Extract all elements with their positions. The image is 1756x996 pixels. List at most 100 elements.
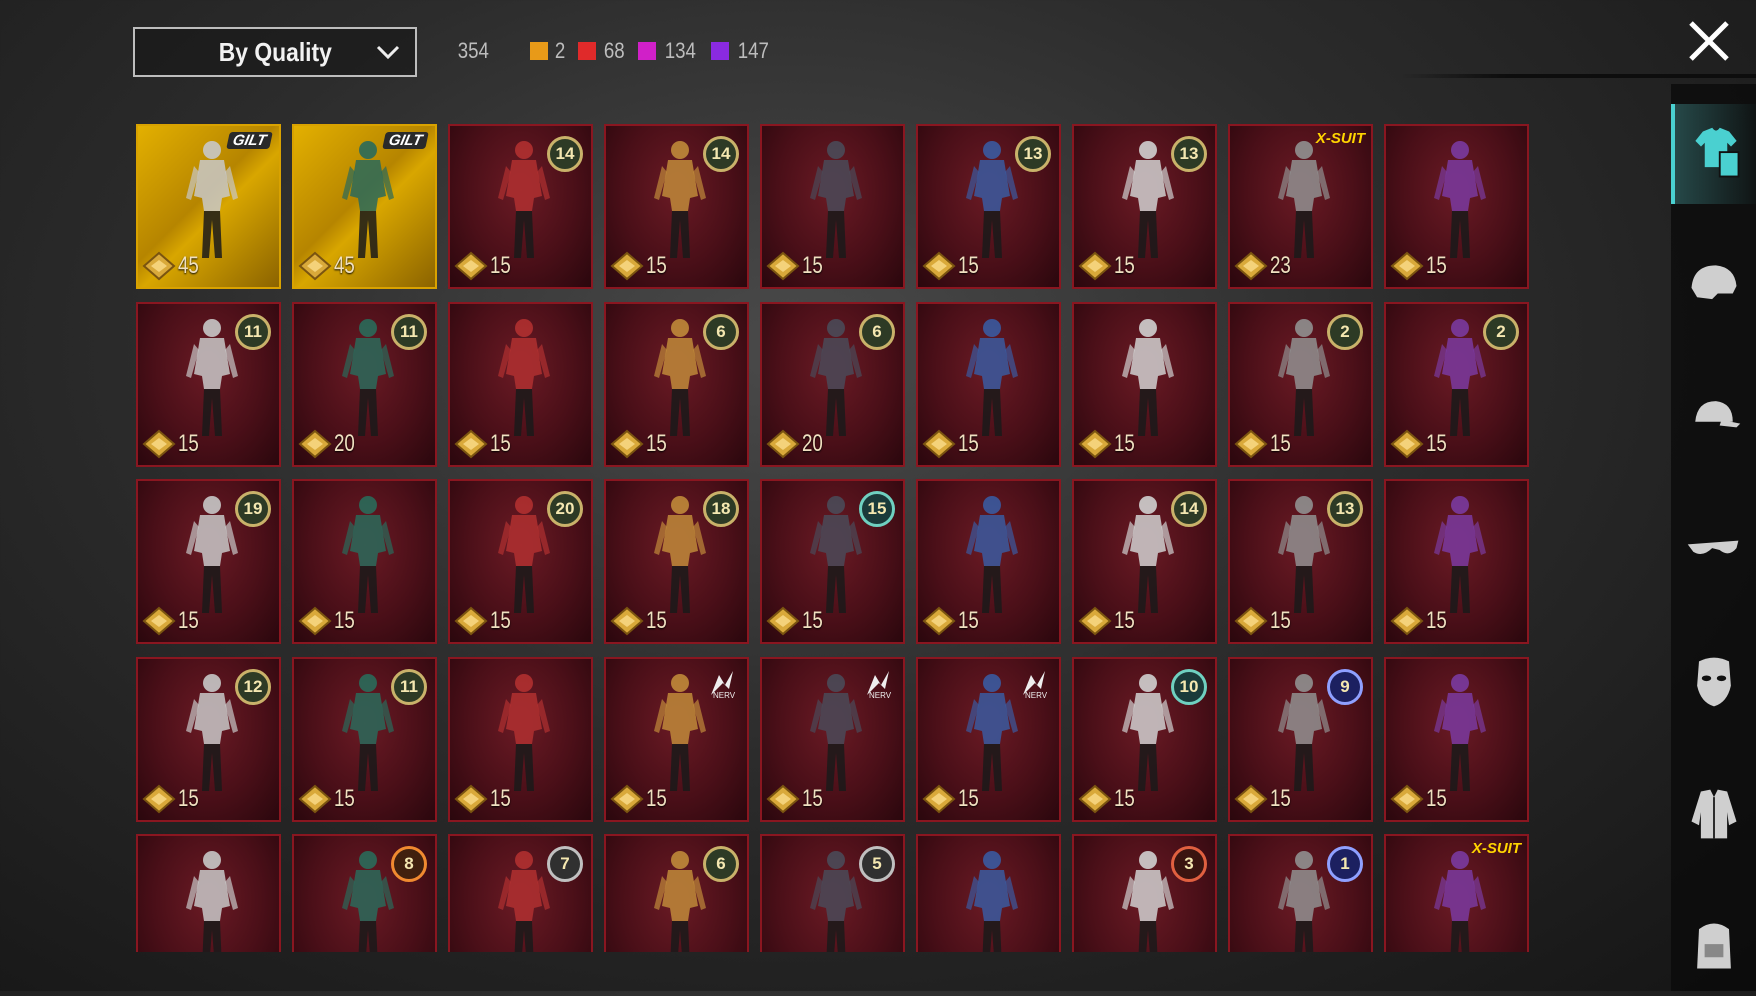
level-badge: 11 [391, 668, 427, 705]
outfit-figure [498, 318, 550, 436]
outfit-card[interactable]: 1 [1228, 834, 1373, 952]
gold-coin-icon [610, 606, 644, 636]
outfit-card[interactable]: 20 15 [448, 479, 593, 644]
outfit-card[interactable] [136, 834, 281, 952]
sidebar-item-outfit[interactable] [1671, 104, 1756, 204]
outfit-card[interactable]: NERV 15 [760, 656, 905, 822]
price-tag: 15 [142, 429, 205, 459]
gold-coin-icon [1078, 784, 1112, 813]
level-badge: 2 [1327, 313, 1363, 350]
level-badge: 2 [1483, 313, 1519, 350]
quality-count-value: 68 [603, 38, 625, 63]
price-tag: 15 [766, 251, 829, 281]
outfit-figure [1434, 496, 1486, 613]
price-value: 15 [1426, 607, 1447, 634]
outfit-card[interactable]: 15 [292, 479, 437, 644]
outfit-card[interactable]: 3 [1072, 834, 1217, 952]
level-badge: 13 [1015, 136, 1051, 172]
outfit-card[interactable] [916, 834, 1061, 952]
outfit-card[interactable]: 15 [448, 656, 593, 822]
outfit-card[interactable]: 13 15 [1072, 124, 1217, 289]
outfit-card[interactable]: X-SUIT [1384, 834, 1529, 952]
level-badge: 20 [547, 491, 583, 527]
price-tag: 15 [1390, 251, 1453, 281]
outfit-card[interactable]: 2 15 [1228, 301, 1373, 467]
outfit-card[interactable]: 12 15 [136, 656, 281, 822]
outfit-card[interactable]: 15 [448, 301, 593, 467]
level-badge: 15 [859, 491, 895, 527]
outfit-card[interactable]: 13 15 [916, 124, 1061, 289]
price-value: 45 [334, 252, 355, 279]
outfit-card[interactable]: 10 15 [1072, 656, 1217, 822]
chevron-down-icon [376, 45, 400, 60]
total-count: 354 [457, 38, 489, 63]
sort-dropdown[interactable]: By Quality [133, 27, 417, 77]
outfit-card[interactable]: 18 15 [604, 479, 749, 644]
sidebar-item-backpack[interactable] [1671, 896, 1756, 996]
price-tag: 15 [610, 251, 673, 281]
price-value: 15 [1114, 784, 1135, 812]
price-value: 15 [802, 252, 823, 279]
gold-coin-icon [298, 429, 332, 458]
outfit-card[interactable]: 15 [760, 124, 905, 289]
sort-dropdown-label: By Quality [218, 36, 332, 67]
level-badge: 6 [703, 313, 739, 350]
price-tag: 15 [610, 784, 673, 814]
level-badge: 9 [1327, 668, 1363, 705]
outfit-card[interactable]: 15 [916, 479, 1061, 644]
sidebar-item-cap[interactable] [1671, 368, 1756, 468]
level-badge: 7 [547, 846, 583, 882]
outfit-card[interactable]: 2 15 [1384, 301, 1529, 467]
gold-coin-icon [454, 784, 488, 813]
price-value: 15 [1426, 784, 1447, 812]
outfit-card[interactable]: 6 15 [604, 301, 749, 467]
outfit-card[interactable]: 13 15 [1228, 479, 1373, 644]
outfit-card[interactable]: 7 [448, 834, 593, 952]
outfit-card[interactable]: 11 15 [136, 301, 281, 467]
level-badge: 14 [547, 136, 583, 172]
outfit-card[interactable]: 15 [1384, 656, 1529, 822]
outfit-card[interactable]: 9 15 [1228, 656, 1373, 822]
price-value: 15 [178, 784, 199, 812]
outfit-card[interactable]: NERV 15 [604, 656, 749, 822]
price-tag: 15 [766, 606, 829, 636]
sidebar-item-helmet[interactable] [1671, 236, 1756, 336]
outfit-card[interactable]: 14 15 [448, 124, 593, 289]
outfit-figure [498, 673, 550, 791]
outfit-card[interactable]: 15 [1384, 479, 1529, 644]
outfit-card[interactable]: 6 [604, 834, 749, 952]
outfit-card[interactable]: X-SUIT 23 [1228, 124, 1373, 289]
divider [1400, 74, 1756, 78]
outfit-card[interactable]: 15 [1072, 301, 1217, 467]
close-icon[interactable] [1686, 18, 1732, 64]
outfit-icon [1694, 127, 1739, 178]
outfit-card[interactable]: 5 [760, 834, 905, 952]
price-value: 15 [958, 784, 979, 812]
price-tag: 15 [142, 606, 205, 636]
sidebar-item-jacket[interactable] [1671, 764, 1756, 864]
outfit-card[interactable]: 11 15 [292, 656, 437, 822]
outfit-card[interactable]: 15 [1384, 124, 1529, 289]
outfit-card[interactable]: 14 15 [1072, 479, 1217, 644]
gold-coin-icon [454, 606, 488, 636]
price-value: 20 [334, 429, 355, 457]
outfit-card[interactable]: 6 20 [760, 301, 905, 467]
outfit-card[interactable]: 8 [292, 834, 437, 952]
outfit-card[interactable]: 15 15 [760, 479, 905, 644]
level-badge: 3 [1171, 846, 1207, 882]
gold-coin-icon [1390, 606, 1424, 636]
outfit-card[interactable]: 19 15 [136, 479, 281, 644]
outfit-figure [186, 851, 238, 952]
outfit-card[interactable]: 15 [916, 301, 1061, 467]
price-value: 15 [1426, 252, 1447, 279]
outfit-card[interactable]: GILT 45 [292, 124, 437, 289]
outfit-card[interactable]: NERV 15 [916, 656, 1061, 822]
level-badge: 12 [235, 668, 271, 705]
outfit-card[interactable]: 11 20 [292, 301, 437, 467]
sidebar-item-glasses[interactable] [1671, 500, 1756, 600]
price-value: 15 [1270, 784, 1291, 812]
price-tag: 15 [610, 606, 673, 636]
sidebar-item-mask[interactable] [1671, 632, 1756, 732]
outfit-card[interactable]: GILT 45 [136, 124, 281, 289]
outfit-card[interactable]: 14 15 [604, 124, 749, 289]
